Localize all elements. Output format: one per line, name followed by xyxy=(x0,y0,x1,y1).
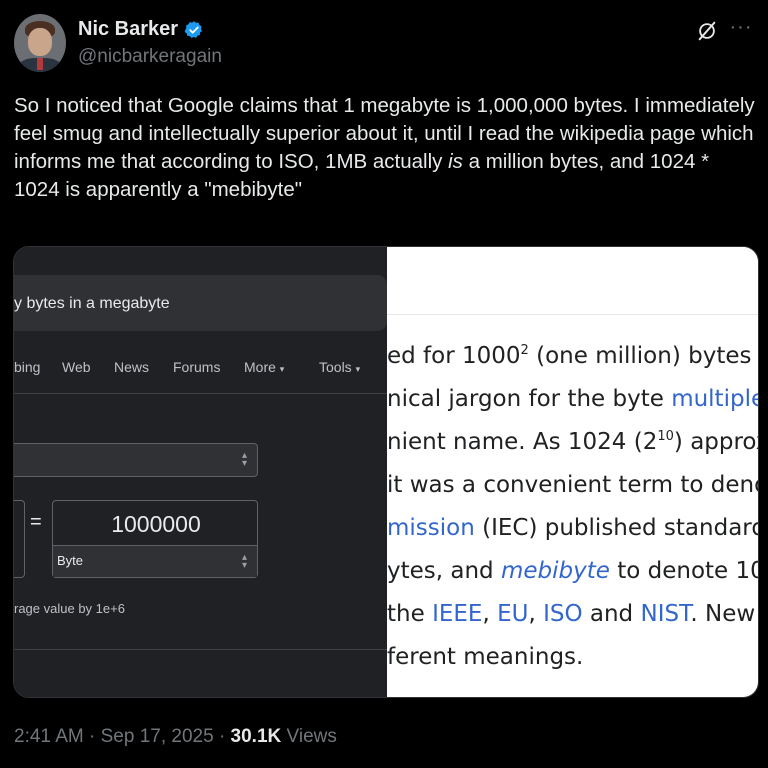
wiki-link[interactable]: IEEE xyxy=(432,601,482,627)
wiki-link[interactable]: NIST xyxy=(640,601,690,627)
avatar[interactable] xyxy=(14,14,66,72)
wiki-text-line: nient name. As 1024 (210) approxi xyxy=(387,429,758,455)
tweet-meta: 2:41 AM · Sep 17, 2025 · 30.1K Views xyxy=(14,726,337,748)
wiki-text-line: nical jargon for the byte multiples t xyxy=(387,386,758,412)
converter-result-box: 1000000 Byte ▴ ▾ xyxy=(52,500,258,578)
wiki-link[interactable]: ISO xyxy=(543,601,583,627)
wiki-text-line: the IEEE, EU, ISO and NIST. New xyxy=(387,601,756,627)
verified-badge-icon xyxy=(184,20,202,38)
tweet-date[interactable]: Sep 17, 2025 xyxy=(101,726,214,747)
views-count: 30.1K xyxy=(230,726,282,747)
converter-formula: rage value by 1e+6 xyxy=(14,601,125,616)
wiki-link[interactable]: mebibyte xyxy=(501,558,610,584)
google-tab: More ▾ xyxy=(244,359,284,375)
user-handle[interactable]: @nicbarkeragain xyxy=(78,46,222,68)
tweet-text-emphasis: is xyxy=(448,150,463,173)
unit-value-left xyxy=(14,500,25,578)
meta-separator: · xyxy=(89,726,96,747)
display-name[interactable]: Nic Barker xyxy=(78,18,178,41)
divider xyxy=(14,393,387,394)
google-tab: Web xyxy=(62,359,91,375)
select-arrows-icon: ▴ ▾ xyxy=(241,450,247,469)
divider xyxy=(14,649,387,650)
meta-separator: · xyxy=(218,726,226,747)
wiki-text-line: it was a convenient term to denote xyxy=(387,472,759,498)
google-tab: News xyxy=(114,359,150,375)
google-screenshot: y bytes in a megabyte bing Web News Foru… xyxy=(14,247,387,697)
google-tab-label: Tools xyxy=(319,359,352,375)
wiki-link[interactable]: mission xyxy=(387,515,475,541)
tweet-header: Nic Barker @nicbarkeragain ··· xyxy=(14,14,754,74)
wikipedia-screenshot: ed for 10002 (one million) bytes or nica… xyxy=(387,247,759,697)
tweet-time[interactable]: 2:41 AM xyxy=(14,726,84,747)
select-arrows-icon: ▴ ▾ xyxy=(241,552,247,571)
converter-result-value: 1000000 xyxy=(111,511,201,537)
wiki-text-line: ferent meanings. xyxy=(387,644,584,670)
google-tabs: bing Web News Forums More ▾ Tools ▾ xyxy=(14,359,387,379)
google-tab: Tools ▾ xyxy=(319,359,360,375)
google-tab-label: More xyxy=(244,359,276,375)
equals-sign: = xyxy=(30,511,42,533)
wiki-text-line: ed for 10002 (one million) bytes or xyxy=(387,343,759,369)
views-label: Views xyxy=(286,726,337,747)
wiki-text-line: ytes, and mebibyte to denote 1024 xyxy=(387,558,758,584)
tweet-text: So I noticed that Google claims that 1 m… xyxy=(14,92,760,204)
grok-icon[interactable] xyxy=(696,20,718,42)
wiki-text-line: mission (IEC) published standards xyxy=(387,515,759,541)
author-name-row[interactable]: Nic Barker xyxy=(78,18,204,41)
google-search-query: y bytes in a megabyte xyxy=(14,295,170,312)
converter-unit-select: Byte ▴ ▾ xyxy=(53,545,257,577)
dropdown-caret-icon: ▾ xyxy=(355,364,361,374)
wiki-link[interactable]: EU xyxy=(497,601,528,627)
wiki-header-area xyxy=(387,247,758,315)
dropdown-caret-icon: ▾ xyxy=(279,364,285,374)
google-tab: Forums xyxy=(173,359,221,375)
wiki-link[interactable]: multiples xyxy=(671,386,758,412)
more-icon[interactable]: ··· xyxy=(728,17,754,40)
unit-select-top: ▴ ▾ xyxy=(14,443,258,477)
converter-unit-label: Byte xyxy=(57,553,84,568)
google-tab: bing xyxy=(14,359,41,375)
tweet-media-image[interactable]: y bytes in a megabyte bing Web News Foru… xyxy=(13,246,759,698)
